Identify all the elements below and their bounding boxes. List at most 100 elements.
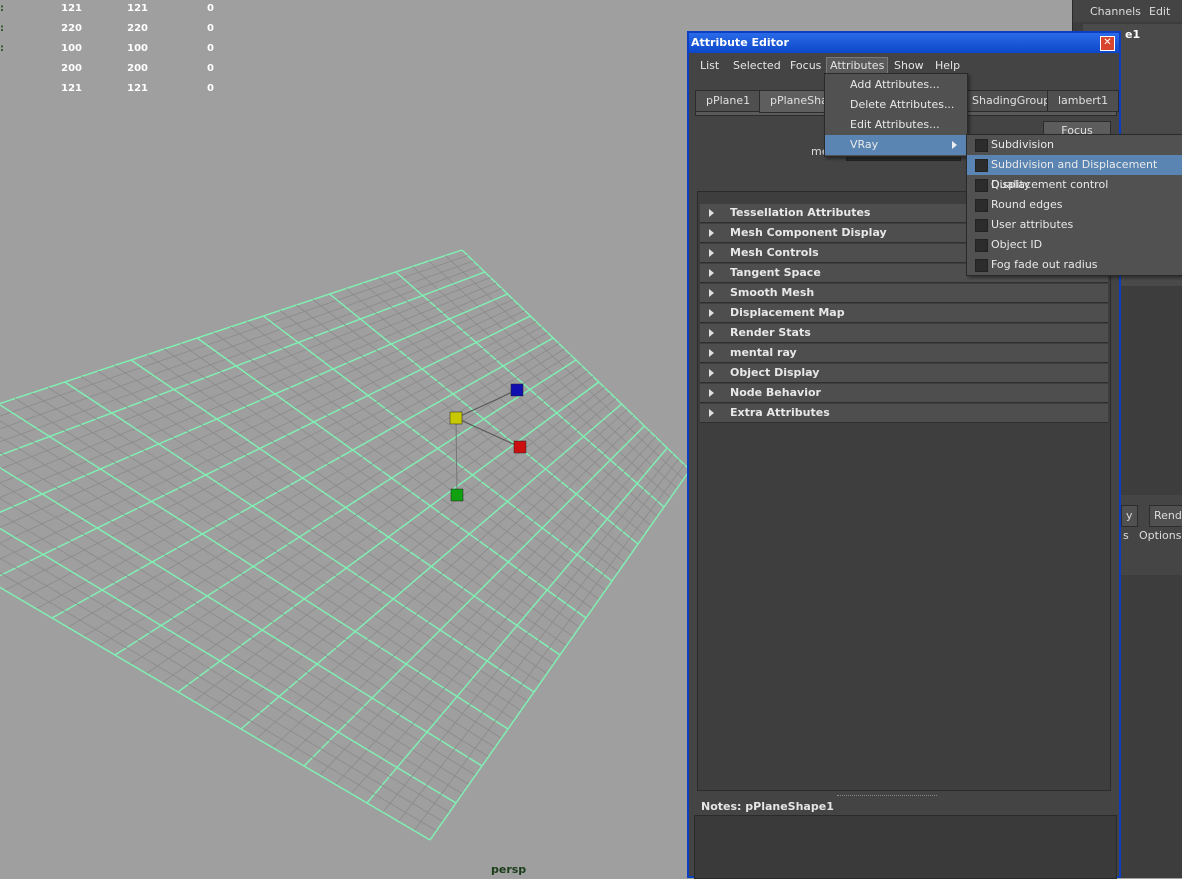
grid-line bbox=[413, 464, 685, 831]
section-label: Mesh Controls bbox=[730, 246, 819, 259]
menu-item-label: Delete Attributes... bbox=[850, 98, 955, 111]
edit-menu[interactable]: Edit bbox=[1149, 5, 1170, 18]
manip-z-handle[interactable] bbox=[510, 383, 524, 397]
hud-value: 121 bbox=[61, 83, 82, 94]
grid-line bbox=[0, 304, 520, 544]
hud-value: 121 bbox=[61, 3, 82, 14]
section-extra-attributes[interactable]: Extra Attributes bbox=[700, 404, 1108, 423]
menu-item-label: VRay bbox=[850, 138, 879, 151]
section-label: Object Display bbox=[730, 366, 820, 379]
manip-x-handle[interactable] bbox=[513, 440, 527, 454]
expand-arrow-icon bbox=[709, 369, 714, 377]
checkbox[interactable] bbox=[975, 239, 988, 252]
notes-label: Notes: pPlaneShape1 bbox=[701, 800, 834, 813]
section-node-behavior[interactable]: Node Behavior bbox=[700, 384, 1108, 403]
tab-pplane1[interactable]: pPlane1 bbox=[695, 90, 762, 112]
title-bar[interactable]: Attribute Editor ✕ bbox=[689, 33, 1119, 53]
hud-colon: : bbox=[0, 23, 4, 34]
expand-arrow-icon bbox=[709, 349, 714, 357]
hud-value: 200 bbox=[127, 63, 148, 74]
menu-item-label: User attributes bbox=[991, 218, 1074, 231]
vray-item-round-edges[interactable]: Round edges bbox=[967, 195, 1182, 215]
section-displacement-map[interactable]: Displacement Map bbox=[700, 304, 1108, 323]
section-label: Tessellation Attributes bbox=[730, 206, 871, 219]
manip-axis-y bbox=[455, 417, 458, 496]
hud-value: 0 bbox=[207, 23, 214, 34]
expand-arrow-icon bbox=[709, 269, 714, 277]
section-smooth-mesh[interactable]: Smooth Mesh bbox=[700, 284, 1108, 303]
attributes-dropdown-menu: Add Attributes... Delete Attributes... E… bbox=[824, 73, 968, 157]
menu-selected[interactable]: Selected bbox=[730, 57, 784, 74]
menu-item-label: Object ID bbox=[991, 238, 1043, 251]
tab-render[interactable]: Rende bbox=[1149, 505, 1182, 527]
menu-show[interactable]: Show bbox=[891, 57, 927, 74]
tab-lambert1[interactable]: lambert1 bbox=[1047, 90, 1120, 112]
grid-line bbox=[0, 271, 486, 456]
manip-center-handle[interactable] bbox=[449, 411, 463, 425]
menu-list[interactable]: List bbox=[697, 57, 722, 74]
manip-y-handle[interactable] bbox=[450, 488, 464, 502]
expand-arrow-icon bbox=[709, 209, 714, 217]
section-label: Render Stats bbox=[730, 326, 811, 339]
grid-line bbox=[0, 586, 431, 841]
vray-item-subdivision-displacement-quality[interactable]: Subdivision and Displacement Quality bbox=[967, 155, 1182, 191]
vray-submenu: Subdivision Subdivision and Displacement… bbox=[966, 134, 1182, 276]
section-object-display[interactable]: Object Display bbox=[700, 364, 1108, 383]
vray-item-displacement-control[interactable]: Displacement control bbox=[967, 175, 1182, 195]
hud-value: 100 bbox=[61, 43, 82, 54]
checkbox[interactable] bbox=[975, 159, 988, 172]
section-label: Node Behavior bbox=[730, 386, 821, 399]
hud-value: 220 bbox=[127, 23, 148, 34]
section-label: Tangent Space bbox=[730, 266, 821, 279]
menu-item-vray[interactable]: VRay bbox=[825, 135, 967, 155]
hud-colon: : bbox=[0, 43, 4, 54]
options-menu[interactable]: Options bbox=[1139, 529, 1181, 542]
expand-arrow-icon bbox=[709, 389, 714, 397]
expand-arrow-icon bbox=[709, 309, 714, 317]
section-label: Mesh Component Display bbox=[730, 226, 887, 239]
grid-line bbox=[0, 436, 496, 748]
checkbox[interactable] bbox=[975, 219, 988, 232]
hud-value: 121 bbox=[127, 83, 148, 94]
vray-item-object-id[interactable]: Object ID bbox=[967, 235, 1182, 255]
checkbox[interactable] bbox=[975, 259, 988, 272]
expand-arrow-icon bbox=[709, 409, 714, 417]
hud-colon: : bbox=[0, 3, 4, 14]
grid-line bbox=[0, 497, 470, 785]
section-label: Extra Attributes bbox=[730, 406, 830, 419]
grid-line bbox=[0, 527, 457, 804]
section-label: Smooth Mesh bbox=[730, 286, 815, 299]
hud-value: 0 bbox=[207, 3, 214, 14]
resize-grip[interactable] bbox=[837, 795, 937, 798]
hud-value: 0 bbox=[207, 83, 214, 94]
section-render-stats[interactable]: Render Stats bbox=[700, 324, 1108, 343]
menu-item-add-attributes[interactable]: Add Attributes... bbox=[825, 75, 967, 95]
vray-item-fog-fade-out-radius[interactable]: Fog fade out radius bbox=[967, 255, 1182, 275]
vray-item-user-attributes[interactable]: User attributes bbox=[967, 215, 1182, 235]
vray-item-subdivision[interactable]: Subdivision bbox=[967, 135, 1182, 155]
channel-object-name: e1 bbox=[1125, 28, 1141, 41]
grid-line bbox=[0, 315, 531, 577]
menu-focus[interactable]: Focus bbox=[787, 57, 824, 74]
close-icon[interactable]: ✕ bbox=[1100, 36, 1115, 51]
hud-value: 220 bbox=[61, 23, 82, 34]
menu-item-label: Subdivision bbox=[991, 138, 1055, 151]
expand-arrow-icon bbox=[709, 249, 714, 257]
hud-value: 200 bbox=[61, 63, 82, 74]
menu-item-label: Edit Attributes... bbox=[850, 118, 940, 131]
tab-layer[interactable]: y bbox=[1121, 505, 1138, 527]
menu-help[interactable]: Help bbox=[932, 57, 963, 74]
menu-item-delete-attributes[interactable]: Delete Attributes... bbox=[825, 95, 967, 115]
checkbox[interactable] bbox=[975, 139, 988, 152]
section-mental-ray[interactable]: mental ray bbox=[700, 344, 1108, 363]
grid-line bbox=[0, 288, 503, 498]
checkbox[interactable] bbox=[975, 199, 988, 212]
menu-item-label: Round edges bbox=[991, 198, 1063, 211]
layers-menu[interactable]: s bbox=[1123, 529, 1129, 542]
channels-menu[interactable]: Channels bbox=[1090, 5, 1141, 18]
menu-item-edit-attributes[interactable]: Edit Attributes... bbox=[825, 115, 967, 135]
notes-textarea[interactable] bbox=[694, 815, 1117, 879]
checkbox[interactable] bbox=[975, 179, 988, 192]
layer-editor-panel: y Rende s Options bbox=[1121, 495, 1182, 575]
section-label: mental ray bbox=[730, 346, 797, 359]
